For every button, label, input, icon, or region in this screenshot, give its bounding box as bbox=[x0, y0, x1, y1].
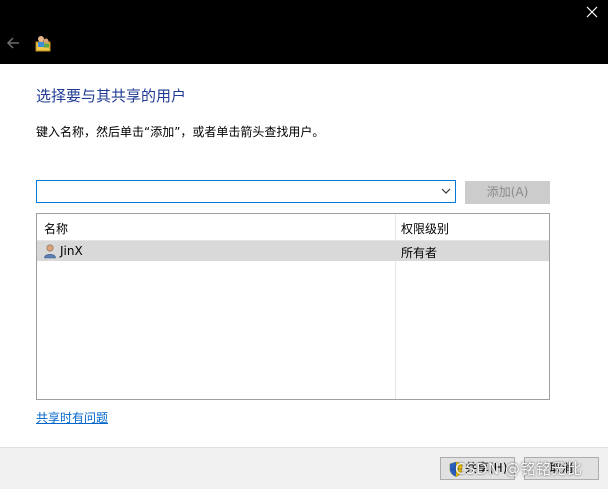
grid-header: 名称 权限级别 bbox=[37, 214, 549, 241]
add-button[interactable]: 添加(A) bbox=[465, 181, 550, 204]
user-name-cell: JinX bbox=[60, 244, 83, 258]
watermark-text: CSDN @铭铭无比 bbox=[455, 460, 583, 478]
back-arrow-icon[interactable] bbox=[6, 36, 20, 50]
title-bar bbox=[0, 0, 608, 64]
instruction-text: 键入名称，然后单击“添加”，或者单击箭头查找用户。 bbox=[36, 125, 325, 139]
sharing-help-link[interactable]: 共享时有问题 bbox=[36, 409, 108, 426]
table-row[interactable]: JinX 所有者 bbox=[37, 241, 549, 261]
user-name-combobox[interactable] bbox=[36, 180, 456, 203]
permission-level-cell[interactable]: 所有者 bbox=[401, 244, 437, 261]
sharing-wizard-icon bbox=[35, 36, 51, 52]
chevron-down-icon[interactable] bbox=[441, 187, 451, 195]
column-header-permission[interactable]: 权限级别 bbox=[401, 220, 449, 237]
user-permission-grid[interactable]: 名称 权限级别 JinX 所有者 bbox=[36, 213, 550, 400]
user-name-input[interactable] bbox=[37, 181, 441, 202]
page-title: 选择要与其共享的用户 bbox=[36, 87, 187, 105]
user-icon bbox=[44, 244, 56, 259]
close-icon[interactable] bbox=[584, 4, 600, 20]
column-header-name[interactable]: 名称 bbox=[44, 220, 68, 237]
